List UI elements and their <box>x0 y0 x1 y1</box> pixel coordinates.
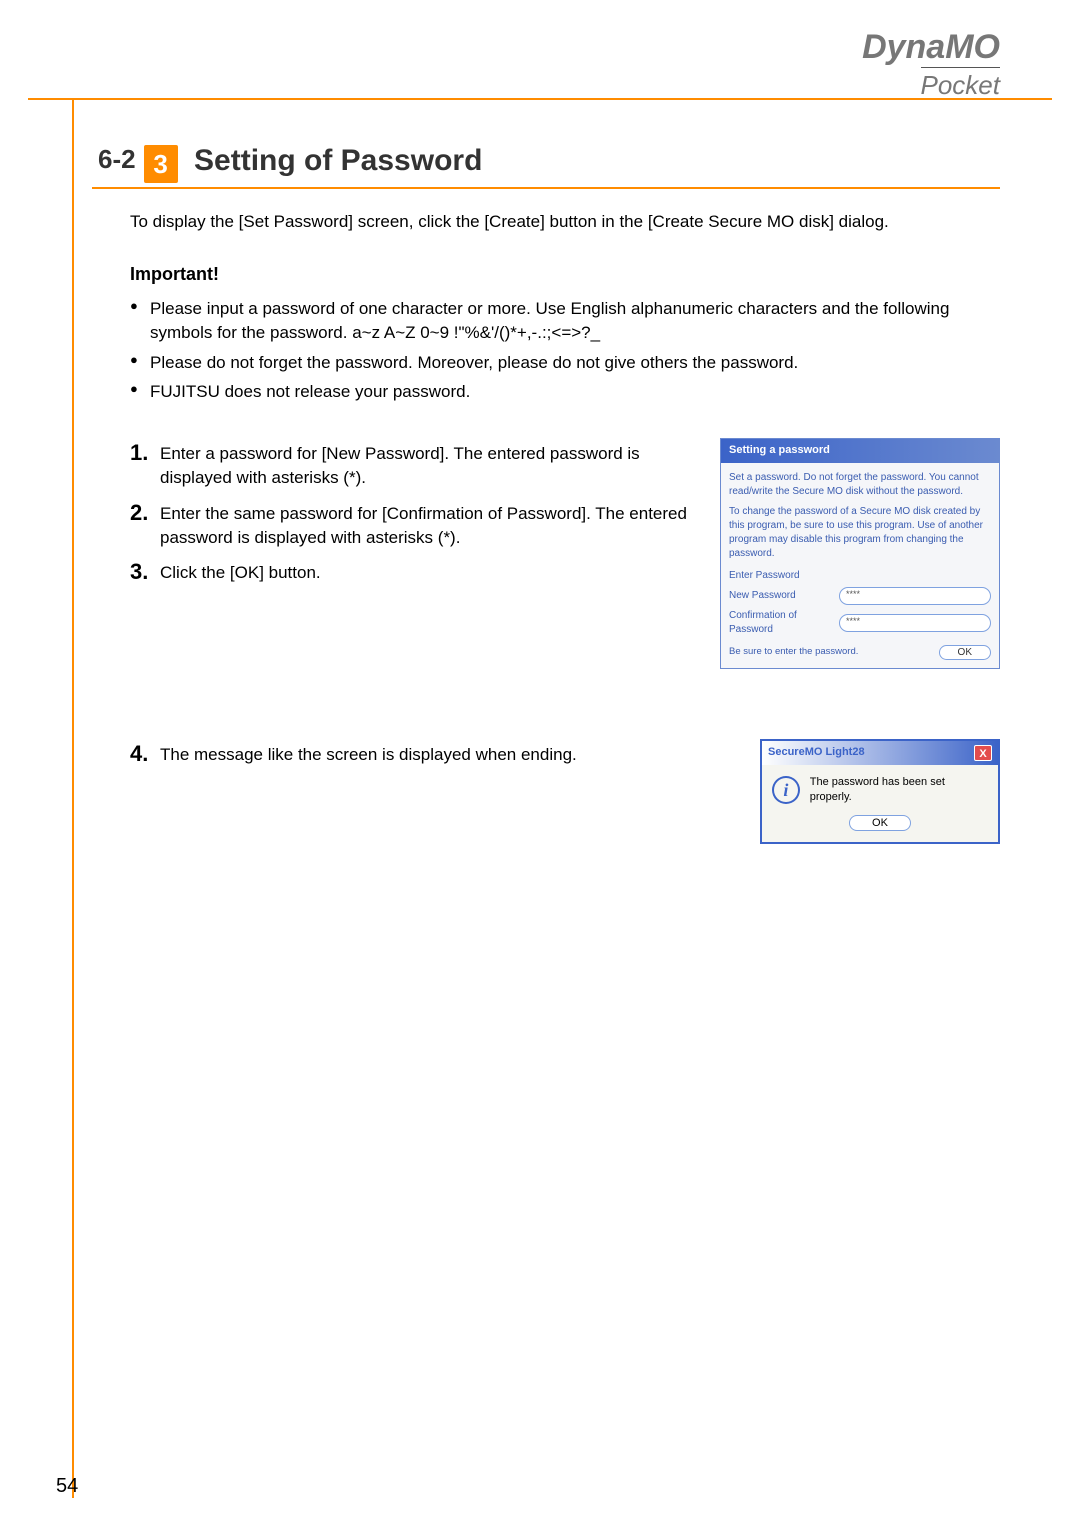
step-item: 1. Enter a password for [New Password]. … <box>130 438 710 490</box>
section-badge-number: 3 <box>144 145 178 183</box>
important-list: Please input a password of one character… <box>130 297 1000 404</box>
brand-line-2: Pocket <box>921 67 1001 101</box>
important-bullet: Please input a password of one character… <box>130 297 1000 345</box>
confirm-password-input[interactable]: **** <box>839 614 991 632</box>
close-icon[interactable]: X <box>974 745 992 761</box>
dialog-paragraph: Set a password. Do not forget the passwo… <box>729 471 991 499</box>
step-number: 1. <box>130 438 160 469</box>
step-item: 3. Click the [OK] button. <box>130 557 710 588</box>
step-number: 2. <box>130 498 160 529</box>
step-text: Click the [OK] button. <box>160 557 710 585</box>
important-bullet: Please do not forget the password. Moreo… <box>130 351 1000 375</box>
dialog-message: The password has been set properly. <box>810 775 988 806</box>
brand-line-1: DynaMO <box>862 28 1000 67</box>
intro-text: To display the [Set Password] screen, cl… <box>130 210 1000 234</box>
dialog-confirmation: SecureMO Light28 X i The password has be… <box>760 739 1000 844</box>
info-icon: i <box>772 776 800 804</box>
step-number: 3. <box>130 557 160 588</box>
steps-block: 1. Enter a password for [New Password]. … <box>130 438 1000 844</box>
left-margin-rule <box>72 100 74 1498</box>
field-row-confirm-password: Confirmation of Password **** <box>729 609 991 637</box>
field-label: New Password <box>729 589 839 603</box>
field-row-new-password: New Password **** <box>729 587 991 605</box>
header-rule <box>28 98 1052 100</box>
section-badge: 6-23 <box>92 140 178 183</box>
dialog-title: Setting a password <box>721 439 999 462</box>
field-label: Confirmation of Password <box>729 609 839 637</box>
section-title: Setting of Password <box>194 144 482 178</box>
ok-button[interactable]: OK <box>849 815 911 831</box>
step-text: Enter a password for [New Password]. The… <box>160 438 710 490</box>
section-underline <box>92 187 1000 189</box>
dialog-paragraph: To change the password of a Secure MO di… <box>729 505 991 561</box>
step-item: 4. The message like the screen is displa… <box>130 739 730 770</box>
page-header: DynaMO Pocket <box>862 28 1000 101</box>
page-number: 54 <box>56 1475 78 1498</box>
content-area: To display the [Set Password] screen, cl… <box>130 210 1000 844</box>
important-label: Important! <box>130 262 1000 287</box>
step-number: 4. <box>130 739 160 770</box>
dialog-titlebar: SecureMO Light28 X <box>762 741 998 765</box>
step-item: 2. Enter the same password for [Confirma… <box>130 498 710 550</box>
section-heading: 6-23 Setting of Password <box>92 140 1000 189</box>
dialog-set-password: Setting a password Set a password. Do no… <box>720 438 1000 668</box>
dialog-title-text: SecureMO Light28 <box>768 745 865 760</box>
fieldset-label: Enter Password <box>729 569 991 583</box>
step-text: Enter the same password for [Confirmatio… <box>160 498 710 550</box>
important-bullet: FUJITSU does not release your password. <box>130 380 1000 404</box>
new-password-input[interactable]: **** <box>839 587 991 605</box>
dialog-note: Be sure to enter the password. <box>729 645 858 658</box>
step-text: The message like the screen is displayed… <box>160 739 730 767</box>
section-badge-prefix: 6-2 <box>92 140 142 179</box>
ok-button[interactable]: OK <box>939 645 991 660</box>
